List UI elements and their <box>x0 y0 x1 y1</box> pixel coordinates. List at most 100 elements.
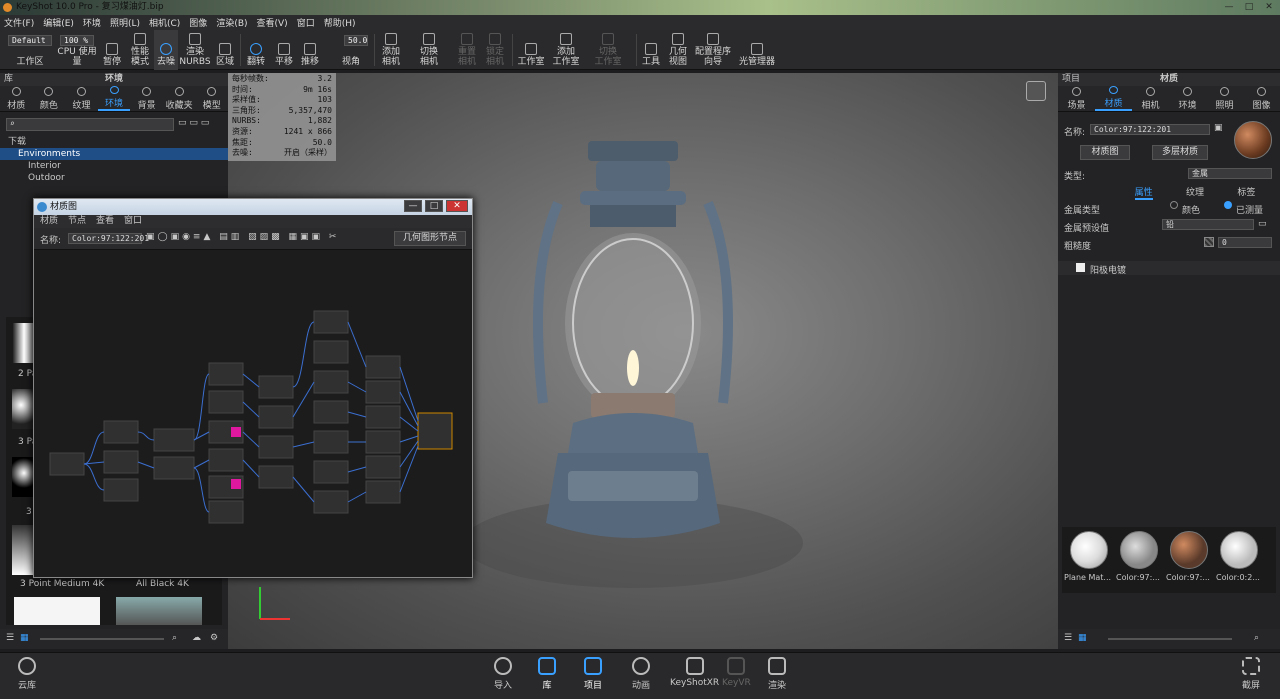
pan-button[interactable]: 平移 <box>272 30 296 70</box>
region-button[interactable]: 区域 <box>212 30 238 70</box>
save-material-icon[interactable]: ▣ <box>1214 123 1223 133</box>
menu-window[interactable]: 窗口 <box>297 16 315 29</box>
menu-help[interactable]: 帮助(H) <box>324 16 356 29</box>
tab-environments[interactable]: 环境 <box>97 86 131 111</box>
list-view-icon[interactable]: ☰ <box>1064 633 1072 643</box>
tab-image[interactable]: 图像 <box>1243 86 1280 111</box>
tab-camera[interactable]: 相机 <box>1132 86 1169 111</box>
radio-color[interactable] <box>1170 201 1178 209</box>
tab-models[interactable]: 模型 <box>195 86 228 111</box>
menu-edit[interactable]: 编辑(E) <box>43 16 74 29</box>
add-camera-button[interactable]: 添加 相机 <box>378 30 404 70</box>
denoise-button[interactable]: 去噪 <box>154 30 178 70</box>
env-thumb[interactable] <box>14 597 100 625</box>
menu-camera[interactable]: 相机(C) <box>149 16 180 29</box>
subtab-properties[interactable]: 属性 <box>1134 185 1153 200</box>
list-view-icon[interactable]: ☰ <box>6 633 14 643</box>
performance-mode-button[interactable]: 性能 模式 <box>126 30 154 70</box>
library-button[interactable]: 库 <box>538 657 556 691</box>
material-name-field[interactable]: Color:97:122:201 <box>1090 124 1210 135</box>
keyshotxr-button[interactable]: KeyShotXR <box>670 657 719 688</box>
library-search-input[interactable]: ⌕ <box>6 118 174 131</box>
menu-image[interactable]: 图像 <box>189 16 207 29</box>
matgraph-close-button[interactable]: ✕ <box>446 200 468 212</box>
folder-icon[interactable]: ▭ ▭ ▭ <box>178 118 209 128</box>
tab-materials[interactable]: 材质 <box>0 86 33 111</box>
tab-colors[interactable]: 颜色 <box>33 86 66 111</box>
grid-view-icon[interactable]: ▦ <box>1078 633 1087 643</box>
camera-lock-icon[interactable] <box>1026 81 1046 101</box>
tree-item-environments[interactable]: Environments <box>0 148 228 160</box>
geometry-view-button[interactable]: 几何 视图 <box>666 30 690 70</box>
material-thumb[interactable] <box>1170 531 1208 569</box>
tab-material[interactable]: 材质 <box>1095 86 1132 111</box>
material-graph-button[interactable]: 材质图 <box>1080 145 1130 160</box>
grid-view-icon[interactable]: ▦ <box>20 633 29 643</box>
material-thumb[interactable] <box>1220 531 1258 569</box>
reset-camera-button[interactable]: 重置 相机 <box>454 30 480 70</box>
material-type-select[interactable]: 金属 <box>1188 168 1272 179</box>
tools-button[interactable]: 工具 <box>640 30 662 70</box>
render-button[interactable]: 渲染 <box>768 657 786 691</box>
light-manager-button[interactable]: 光管理器 <box>738 30 776 70</box>
radio-measured[interactable] <box>1224 201 1232 209</box>
tab-textures[interactable]: 纹理 <box>65 86 98 111</box>
roughness-field[interactable]: 0 <box>1218 237 1272 248</box>
thumbnail-size-slider[interactable] <box>40 638 164 640</box>
screenshot-button[interactable]: 截屏 <box>1242 657 1260 691</box>
thumbnail-size-slider[interactable] <box>1108 638 1232 640</box>
multilayer-material-button[interactable]: 多层材质 <box>1152 145 1208 160</box>
zoom-icon[interactable]: ⌕ <box>172 633 177 643</box>
anodize-section[interactable]: 阳极电镀 <box>1058 261 1280 276</box>
material-preview[interactable] <box>1234 121 1272 159</box>
render-nurbs-button[interactable]: 渲染 NURBS <box>179 30 211 70</box>
cloud-library-button[interactable]: 云库 <box>18 657 36 691</box>
tab-scene[interactable]: 场景 <box>1058 86 1095 111</box>
dolly-button[interactable]: 推移 <box>298 30 322 70</box>
cloud-icon[interactable]: ☁ <box>192 633 201 643</box>
folder-icon[interactable]: ▭ <box>1258 219 1267 229</box>
tab-environment[interactable]: 环境 <box>1169 86 1206 111</box>
tree-item-outdoor[interactable]: Outdoor <box>0 172 228 184</box>
menu-view[interactable]: 查看(V) <box>257 16 288 29</box>
minimize-button[interactable]: — <box>1222 1 1236 13</box>
texture-map-icon[interactable] <box>1204 237 1214 247</box>
flip-button[interactable]: 翻转 <box>244 30 268 70</box>
tab-favorites[interactable]: 收藏夹 <box>163 86 196 111</box>
matgraph-menu-material[interactable]: 材质 <box>40 215 58 228</box>
matgraph-menu-window[interactable]: 窗口 <box>124 215 142 228</box>
maximize-button[interactable]: □ <box>1242 1 1256 13</box>
geometry-node-button[interactable]: 几何图形节点 <box>394 231 466 246</box>
subtab-textures[interactable]: 纹理 <box>1186 185 1204 200</box>
env-thumb[interactable] <box>116 597 202 625</box>
anodize-checkbox[interactable] <box>1076 263 1085 272</box>
tree-item-downloads[interactable]: 下载 <box>0 136 228 148</box>
studio-button[interactable]: 工作室 <box>516 30 546 70</box>
zoom-icon[interactable]: ⌕ <box>1254 633 1259 643</box>
menu-file[interactable]: 文件(F) <box>4 16 34 29</box>
tab-lighting[interactable]: 照明 <box>1206 86 1243 111</box>
animation-button[interactable]: 动画 <box>632 657 650 691</box>
keyvr-button[interactable]: KeyVR <box>722 657 751 688</box>
add-studio-button[interactable]: 添加 工作室 <box>552 30 580 70</box>
project-button[interactable]: 项目 <box>584 657 602 691</box>
menu-environment[interactable]: 环境 <box>83 16 101 29</box>
matgraph-minimize-button[interactable]: — <box>404 200 422 212</box>
settings-icon[interactable]: ⚙ <box>210 633 218 643</box>
configurator-wizard-button[interactable]: 配置程序 向导 <box>695 30 731 70</box>
switch-studio-button[interactable]: 切换 工作室 <box>594 30 622 70</box>
tab-backplates[interactable]: 背景 <box>130 86 163 111</box>
matgraph-maximize-button[interactable]: □ <box>425 200 443 212</box>
matgraph-menu-view[interactable]: 查看 <box>96 215 114 228</box>
matgraph-menu-node[interactable]: 节点 <box>68 215 86 228</box>
material-thumb[interactable] <box>1120 531 1158 569</box>
subtab-labels[interactable]: 标签 <box>1237 185 1255 200</box>
lock-camera-button[interactable]: 锁定 相机 <box>482 30 508 70</box>
matgraph-tool-icons[interactable]: ▣◯▣◉≡▲ ▤▥ ▧▨▩ ▦▣▣ ✂ <box>146 232 339 242</box>
close-button[interactable]: ✕ <box>1262 1 1276 13</box>
material-thumb[interactable] <box>1070 531 1108 569</box>
tree-item-interior[interactable]: Interior <box>0 160 228 172</box>
node-graph-canvas[interactable] <box>34 251 472 577</box>
menu-render[interactable]: 渲染(B) <box>216 16 247 29</box>
metal-preset-select[interactable]: 铅 <box>1162 219 1254 230</box>
